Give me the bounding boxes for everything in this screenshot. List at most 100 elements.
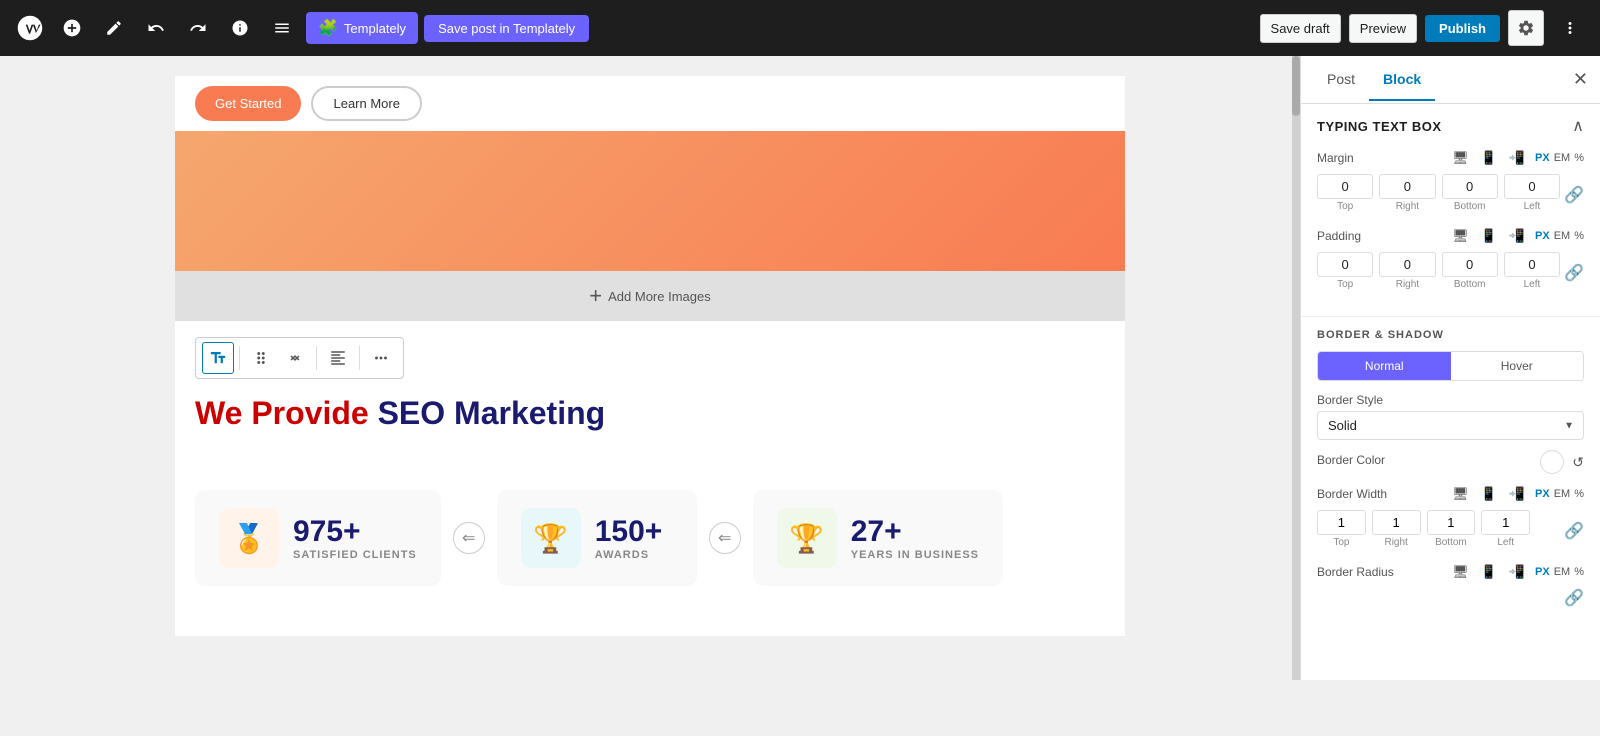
margin-tablet-icon[interactable]: 📱 [1477, 148, 1501, 168]
align-button[interactable] [322, 342, 354, 374]
border-color-refresh-button[interactable]: ↺ [1572, 454, 1584, 471]
padding-bottom-label: Bottom [1454, 279, 1486, 290]
border-width-right-input[interactable] [1372, 510, 1421, 535]
more-options-block-button[interactable] [365, 342, 397, 374]
border-radius-tablet-icon[interactable]: 📱 [1477, 562, 1501, 582]
margin-right-input[interactable] [1379, 174, 1435, 199]
padding-left-input[interactable] [1504, 252, 1560, 277]
border-radius-unit-px[interactable]: PX [1535, 566, 1550, 578]
border-radius-link-icon[interactable]: 🔗 [1564, 588, 1584, 608]
add-block-button[interactable] [54, 10, 90, 46]
padding-tablet-icon[interactable]: 📱 [1477, 226, 1501, 246]
padding-desktop-icon[interactable]: 🖥 [1448, 226, 1473, 246]
preview-button[interactable]: Preview [1349, 14, 1417, 43]
margin-unit-px[interactable]: PX [1535, 152, 1550, 164]
templately-button[interactable]: 🧩 Templately [306, 12, 418, 44]
hover-button[interactable]: Hover [1451, 352, 1584, 380]
section-collapse-button[interactable]: ∧ [1572, 116, 1584, 136]
margin-unit-em[interactable]: EM [1554, 152, 1571, 164]
stat-prev-arrow-2[interactable]: ⇐ [709, 522, 741, 554]
border-style-select-wrap: Solid None Dashed Dotted Double [1317, 411, 1584, 440]
get-started-button[interactable]: Get Started [195, 86, 301, 121]
text-block-type-button[interactable] [202, 342, 234, 374]
undo-button[interactable] [138, 10, 174, 46]
border-style-select[interactable]: Solid None Dashed Dotted Double [1317, 411, 1584, 440]
border-width-tablet-icon[interactable]: 📱 [1477, 484, 1501, 504]
border-width-icon-row: 🖥 📱 📲 [1448, 484, 1529, 504]
tab-block[interactable]: Block [1369, 59, 1435, 101]
padding-unit-pct[interactable]: % [1574, 230, 1584, 242]
settings-button[interactable] [1508, 10, 1544, 46]
border-width-unit-pct[interactable]: % [1574, 488, 1584, 500]
padding-bottom-input[interactable] [1442, 252, 1498, 277]
stat-icon-awards: 🏆 [521, 508, 581, 568]
margin-mobile-icon[interactable]: 📲 [1505, 148, 1529, 168]
border-color-row: Border Color ↺ [1317, 450, 1584, 474]
tab-post[interactable]: Post [1313, 59, 1369, 101]
margin-link-icon[interactable]: 🔗 [1564, 185, 1584, 205]
border-color-swatch[interactable] [1540, 450, 1564, 474]
border-width-left-input[interactable] [1481, 510, 1530, 535]
padding-icon-row: 🖥 📱 📲 [1448, 226, 1529, 246]
margin-desktop-icon[interactable]: 🖥 [1448, 148, 1473, 168]
right-panel: Post Block ✕ Typing Text Box ∧ Margin 🖥 … [1300, 56, 1600, 680]
stat-label-awards: AWARDS [595, 549, 663, 561]
learn-more-button[interactable]: Learn More [311, 86, 421, 121]
border-radius-desktop-icon[interactable]: 🖥 [1448, 562, 1473, 582]
margin-icon-row: 🖥 📱 📲 [1448, 148, 1529, 168]
padding-unit-px[interactable]: PX [1535, 230, 1550, 242]
info-button[interactable] [222, 10, 258, 46]
border-radius-unit-em[interactable]: EM [1554, 566, 1571, 578]
border-width-grid: Top Right Bottom Left [1317, 510, 1560, 548]
drag-handle-button[interactable] [245, 342, 277, 374]
tools-button[interactable] [96, 10, 132, 46]
padding-right-input[interactable] [1379, 252, 1435, 277]
padding-unit-em[interactable]: EM [1554, 230, 1571, 242]
panel-tabs: Post Block ✕ [1301, 56, 1600, 104]
add-more-images[interactable]: + Add More Images [175, 271, 1125, 321]
section-title: Typing Text Box [1317, 119, 1442, 134]
normal-button[interactable]: Normal [1318, 352, 1451, 380]
wp-logo[interactable] [12, 10, 48, 46]
border-width-unit-px[interactable]: PX [1535, 488, 1550, 500]
margin-unit-pct[interactable]: % [1574, 152, 1584, 164]
more-options-button[interactable] [1552, 10, 1588, 46]
save-draft-button[interactable]: Save draft [1260, 14, 1341, 43]
padding-top-input[interactable] [1317, 252, 1373, 277]
border-width-desktop-icon[interactable]: 🖥 [1448, 484, 1473, 504]
padding-link-icon[interactable]: 🔗 [1564, 263, 1584, 283]
border-width-bottom-input[interactable] [1427, 510, 1476, 535]
margin-bottom-input[interactable] [1442, 174, 1498, 199]
redo-button[interactable] [180, 10, 216, 46]
border-width-row: Border Width 🖥 📱 📲 PX EM % [1317, 484, 1584, 552]
border-radius-row: Border Radius 🖥 📱 📲 PX EM % [1317, 562, 1584, 582]
border-radius-unit-pct[interactable]: % [1574, 566, 1584, 578]
border-radius-mobile-icon[interactable]: 📲 [1505, 562, 1529, 582]
padding-grid: Top Right Bottom Left [1317, 252, 1560, 290]
stat-prev-arrow-1[interactable]: ⇐ [453, 522, 485, 554]
border-width-link-icon[interactable]: 🔗 [1564, 521, 1584, 541]
move-up-down-button[interactable] [279, 342, 311, 374]
panel-close-button[interactable]: ✕ [1573, 69, 1588, 90]
top-buttons-row: Get Started Learn More [175, 76, 1125, 131]
border-width-top-input[interactable] [1317, 510, 1366, 535]
padding-left-label: Left [1524, 279, 1541, 290]
editor-scrollbar[interactable] [1292, 56, 1300, 680]
main-layout: Get Started Learn More + Add More Images [0, 56, 1600, 680]
heading-part2: SEO Marketing [378, 395, 606, 431]
toolbar-divider [239, 346, 240, 370]
stats-row: 🏅 975+ SATISFIED CLIENTS ⇐ 🏆 150+ A [175, 470, 1125, 606]
border-style-label: Border Style [1317, 393, 1584, 407]
padding-mobile-icon[interactable]: 📲 [1505, 226, 1529, 246]
canvas: Get Started Learn More + Add More Images [175, 76, 1125, 636]
margin-left-input[interactable] [1504, 174, 1560, 199]
list-view-button[interactable] [264, 10, 300, 46]
hero-image-area [175, 131, 1125, 271]
save-templately-button[interactable]: Save post in Templately [424, 15, 589, 42]
border-width-mobile-icon[interactable]: 📲 [1505, 484, 1529, 504]
publish-button[interactable]: Publish [1425, 15, 1500, 42]
border-width-left-label: Left [1497, 537, 1514, 548]
heading-text: We Provide SEO Marketing [175, 387, 1125, 440]
border-width-unit-em[interactable]: EM [1554, 488, 1571, 500]
margin-top-input[interactable] [1317, 174, 1373, 199]
